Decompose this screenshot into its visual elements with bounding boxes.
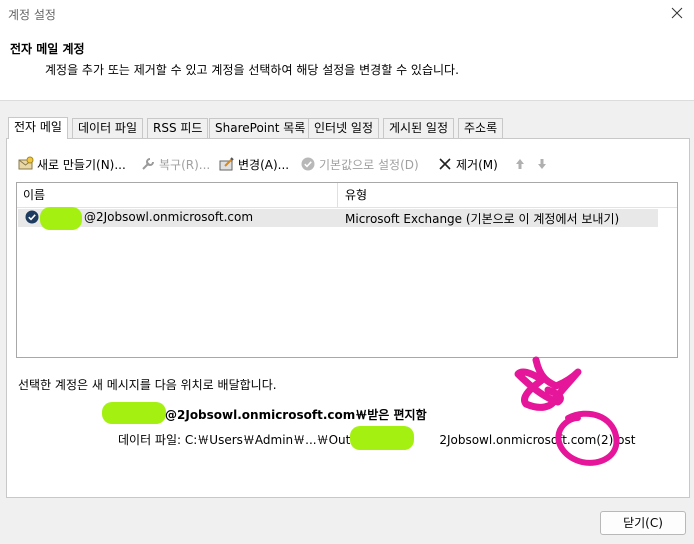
header-description: 계정을 추가 또는 제거할 수 있고 계정을 선택하여 해당 설정을 변경할 수… [45, 63, 459, 77]
new-button-label: 새로 만들기(N)... [37, 157, 126, 172]
wrench-icon [140, 156, 156, 172]
data-file-prefix: 데이터 파일: C:￦Users￦Admin￦...￦Outlook [118, 433, 376, 447]
move-up-button[interactable] [512, 155, 531, 173]
window-title: 계정 설정 [8, 8, 56, 22]
set-default-button-label: 기본값으로 설정(D) [319, 157, 419, 172]
account-list[interactable]: 이름 유형 @2Jobsowl.onmicrosoft.com Microsof… [16, 182, 678, 358]
change-account-icon [219, 156, 235, 172]
dialog-header: 전자 메일 계정 계정을 추가 또는 제거할 수 있고 계정을 선택하여 해당 … [0, 28, 694, 101]
account-name: @2Jobsowl.onmicrosoft.com [84, 210, 254, 224]
column-separator[interactable] [337, 183, 338, 207]
move-down-button[interactable] [534, 155, 553, 173]
data-file-suffix: 2Jobsowl.onmicrosoft.com(2).ost [439, 433, 636, 447]
header-divider [17, 207, 677, 208]
tab-email[interactable]: 전자 메일 [8, 117, 68, 139]
tab-address-books[interactable]: 주소록 [458, 118, 504, 138]
remove-button[interactable]: 제거(M) [437, 155, 498, 173]
default-account-icon [24, 209, 40, 228]
repair-button-label: 복구(R)... [159, 157, 211, 172]
remove-x-icon [437, 156, 453, 172]
tab-published-calendars[interactable]: 게시된 일정 [383, 118, 455, 138]
redaction-mark [350, 426, 414, 450]
arrow-up-icon [512, 156, 528, 172]
close-icon [671, 7, 683, 19]
account-type: Microsoft Exchange (기본으로 이 계정에서 보내기) [345, 212, 620, 226]
repair-button[interactable]: 복구(R)... [140, 155, 210, 173]
checkmark-circle-icon [300, 156, 316, 172]
inbox-location: @2Jobsowl.onmicrosoft.com￦받은 편지함 [165, 408, 427, 422]
arrow-down-icon [534, 156, 550, 172]
change-button-label: 변경(A)... [238, 157, 290, 172]
set-default-button[interactable]: 기본값으로 설정(D) [300, 155, 419, 173]
column-header-type[interactable]: 유형 [345, 183, 368, 207]
window-close-button[interactable] [662, 0, 694, 28]
tab-sharepoint-lists[interactable]: SharePoint 목록 [209, 118, 312, 138]
redaction-mark [102, 402, 166, 424]
title-bar: 계정 설정 [0, 0, 694, 28]
change-button[interactable]: 변경(A)... [219, 155, 289, 173]
redaction-mark [40, 207, 82, 230]
tab-rss-feeds[interactable]: RSS 피드 [147, 118, 209, 138]
delivery-label: 선택한 계정은 새 메시지를 다음 위치로 배달합니다. [18, 378, 277, 392]
account-row[interactable]: @2Jobsowl.onmicrosoft.com Microsoft Exch… [18, 207, 658, 230]
new-button[interactable]: 새로 만들기(N)... [18, 155, 126, 173]
new-account-icon [18, 156, 34, 172]
header-title: 전자 메일 계정 [10, 42, 85, 56]
remove-button-label: 제거(M) [456, 157, 498, 172]
column-header-name[interactable]: 이름 [23, 183, 46, 207]
close-button[interactable]: 닫기(C) [600, 511, 686, 535]
tab-data-files[interactable]: 데이터 파일 [72, 118, 144, 138]
tab-internet-calendars[interactable]: 인터넷 일정 [308, 118, 380, 138]
